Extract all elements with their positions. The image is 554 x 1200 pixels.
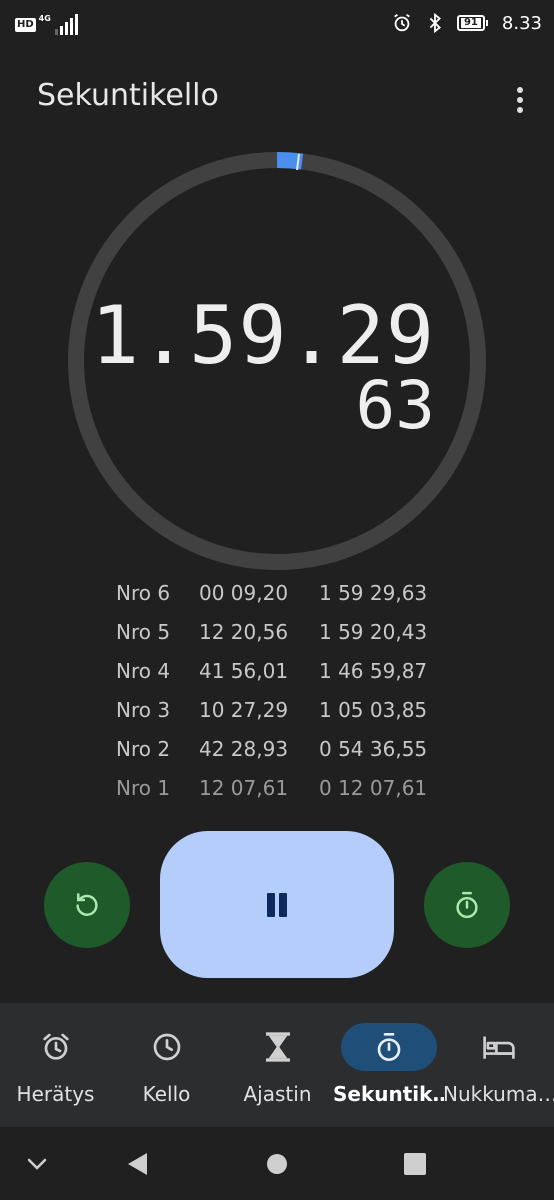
lap-number: Nro 2 bbox=[116, 737, 171, 761]
home-button[interactable] bbox=[262, 1149, 292, 1179]
lap-button[interactable] bbox=[424, 862, 510, 948]
reset-button[interactable] bbox=[44, 862, 130, 948]
lap-total: 0 54 36,55 bbox=[319, 737, 428, 761]
lap-split: 42 28,93 bbox=[199, 737, 289, 761]
tab-label: Nukkuma… bbox=[443, 1082, 554, 1106]
lap-list: Nro 6 00 09,20 1 59 29,63 Nro 5 12 20,56… bbox=[116, 575, 449, 809]
back-icon bbox=[128, 1153, 147, 1175]
lap-number: Nro 6 bbox=[116, 581, 171, 605]
clock-icon bbox=[153, 1033, 180, 1061]
pause-button[interactable] bbox=[160, 831, 394, 978]
hourglass-icon bbox=[265, 1032, 290, 1062]
list-item: Nro 4 41 56,01 1 46 59,87 bbox=[116, 653, 449, 692]
list-item: Nro 5 12 20,56 1 59 20,43 bbox=[116, 614, 449, 653]
tab-alarm[interactable]: Herätys bbox=[0, 1003, 111, 1127]
list-item: Nro 1 12 07,61 0 12 07,61 bbox=[116, 770, 449, 809]
lap-number: Nro 5 bbox=[116, 620, 171, 644]
lap-split: 10 27,29 bbox=[199, 698, 289, 722]
back-button[interactable] bbox=[122, 1149, 152, 1179]
tab-clock[interactable]: Kello bbox=[111, 1003, 222, 1127]
tab-bedtime[interactable]: Nukkuma… bbox=[443, 1003, 554, 1127]
stopwatch-lap-icon bbox=[456, 891, 478, 919]
tab-icon-container bbox=[8, 1023, 104, 1071]
bottom-navigation: Herätys Kello Ajastin Sekuntik… Nukkuma… bbox=[0, 1003, 554, 1127]
tab-icon-container bbox=[451, 1023, 547, 1071]
lap-total: 1 59 29,63 bbox=[319, 581, 428, 605]
lap-split: 41 56,01 bbox=[199, 659, 289, 683]
home-icon bbox=[267, 1154, 287, 1174]
list-item: Nro 6 00 09,20 1 59 29,63 bbox=[116, 575, 449, 614]
recents-button[interactable] bbox=[400, 1149, 430, 1179]
lap-total: 1 46 59,87 bbox=[319, 659, 428, 683]
recents-icon bbox=[404, 1153, 426, 1175]
tab-stopwatch[interactable]: Sekuntik… bbox=[333, 1003, 444, 1127]
lap-total: 0 12 07,61 bbox=[319, 776, 428, 800]
lap-number: Nro 4 bbox=[116, 659, 171, 683]
tab-icon-container bbox=[340, 1023, 437, 1071]
tab-timer[interactable]: Ajastin bbox=[222, 1003, 333, 1127]
list-item: Nro 3 10 27,29 1 05 03,85 bbox=[116, 692, 449, 731]
reset-icon bbox=[76, 893, 98, 916]
collapse-button[interactable] bbox=[22, 1149, 52, 1179]
tab-label: Sekuntik… bbox=[333, 1082, 444, 1106]
tab-icon-container bbox=[230, 1023, 326, 1071]
chevron-down-icon bbox=[27, 1158, 47, 1170]
bed-icon bbox=[482, 1036, 515, 1059]
stopwatch-icon bbox=[377, 1033, 400, 1061]
lap-total: 1 05 03,85 bbox=[319, 698, 428, 722]
system-navigation bbox=[0, 1127, 554, 1200]
tab-label: Kello bbox=[142, 1082, 191, 1106]
tab-label: Herätys bbox=[16, 1082, 95, 1106]
tab-icon-container bbox=[119, 1023, 215, 1071]
lap-split: 00 09,20 bbox=[199, 581, 289, 605]
lap-split: 12 20,56 bbox=[199, 620, 289, 644]
pause-icon bbox=[267, 892, 287, 917]
tab-label: Ajastin bbox=[243, 1082, 312, 1106]
lap-split: 12 07,61 bbox=[199, 776, 289, 800]
alarm-icon bbox=[42, 1033, 69, 1060]
lap-total: 1 59 20,43 bbox=[319, 620, 428, 644]
lap-number: Nro 1 bbox=[116, 776, 171, 800]
elapsed-hundredths: 63 bbox=[355, 367, 435, 444]
lap-number: Nro 3 bbox=[116, 698, 171, 722]
list-item: Nro 2 42 28,93 0 54 36,55 bbox=[116, 731, 449, 770]
